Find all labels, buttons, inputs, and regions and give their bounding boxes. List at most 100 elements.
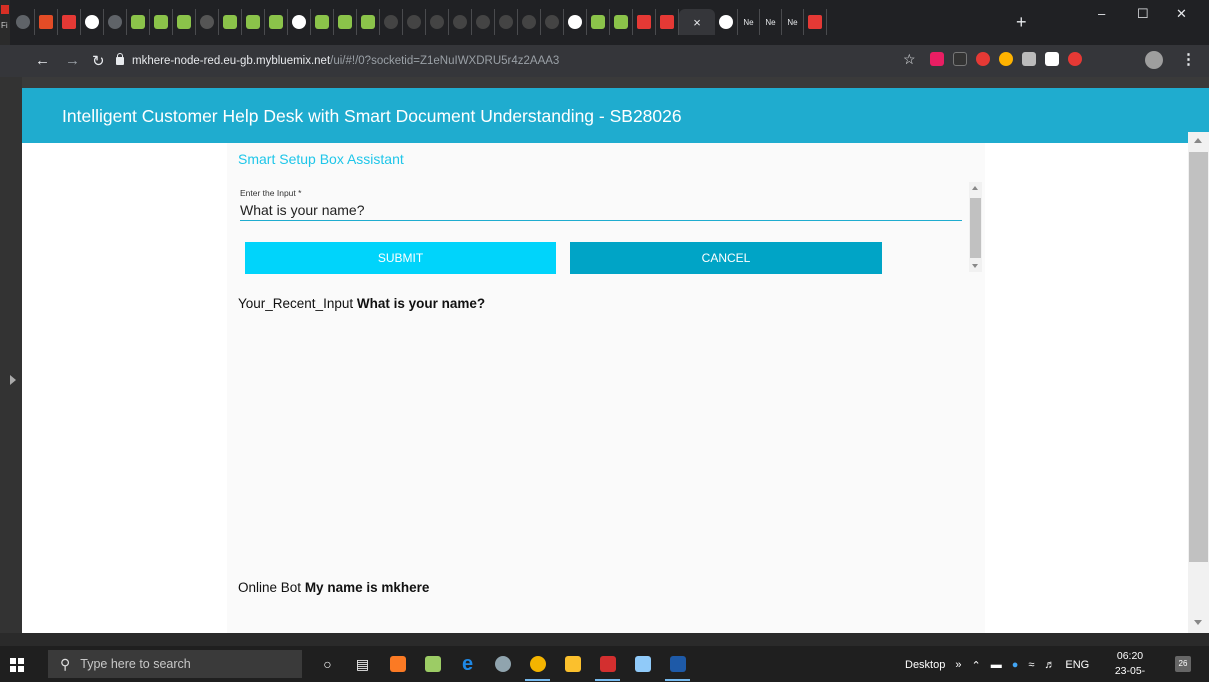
paint-icon[interactable]: [485, 650, 520, 678]
submit-button[interactable]: SUBMIT: [245, 242, 556, 274]
tab[interactable]: [472, 9, 495, 35]
task-view-icon[interactable]: ▤: [345, 650, 380, 678]
tab[interactable]: Ne: [738, 9, 760, 35]
tab[interactable]: [288, 9, 311, 35]
language-indicator[interactable]: ENG: [1065, 659, 1089, 671]
page-scrollbar[interactable]: [1188, 132, 1209, 633]
tab[interactable]: [656, 9, 679, 35]
kebab-menu-icon[interactable]: ⋮: [1181, 50, 1196, 68]
tab[interactable]: [12, 9, 35, 35]
maximize-button[interactable]: ☐: [1137, 6, 1149, 28]
taskbar-search[interactable]: ⚲ Type here to search: [48, 650, 302, 678]
address-bar[interactable]: mkhere-node-red.eu-gb.mybluemix.net/ui/#…: [116, 49, 906, 73]
profile-avatar[interactable]: [1145, 51, 1163, 69]
tab[interactable]: [403, 9, 426, 35]
download-icon[interactable]: [1068, 52, 1082, 66]
extension-icon[interactable]: [1022, 52, 1036, 66]
cancel-button[interactable]: CANCEL: [570, 242, 882, 274]
tab[interactable]: Ne: [760, 9, 782, 35]
tab[interactable]: [150, 9, 173, 35]
scroll-up-icon[interactable]: [972, 186, 978, 190]
input-scrollbar[interactable]: [969, 182, 982, 272]
window-close-button[interactable]: ✕: [1176, 6, 1187, 28]
battery-icon[interactable]: ▬: [991, 659, 1002, 671]
recent-input-value: What is your name?: [356, 296, 486, 311]
tab[interactable]: [311, 9, 334, 35]
gear-icon: [545, 15, 559, 29]
scroll-down-icon[interactable]: [972, 264, 978, 268]
tab[interactable]: [449, 9, 472, 35]
volume-icon[interactable]: ♬: [1044, 659, 1055, 671]
tab[interactable]: [357, 9, 380, 35]
tab[interactable]: [104, 9, 127, 35]
tab[interactable]: [380, 9, 403, 35]
close-icon[interactable]: ×: [693, 15, 701, 30]
bookmark-star-icon[interactable]: ☆: [903, 51, 916, 68]
tab[interactable]: [334, 9, 357, 35]
toolbar-chevron-icon[interactable]: »: [955, 659, 961, 671]
browser-toolbar: ← → ↻ mkhere-node-red.eu-gb.mybluemix.ne…: [0, 45, 1209, 77]
tab[interactable]: [633, 9, 656, 35]
tab[interactable]: [265, 9, 288, 35]
tab[interactable]: [196, 9, 219, 35]
file-explorer-icon[interactable]: [555, 650, 590, 678]
slack-icon: [39, 15, 53, 29]
scroll-thumb[interactable]: [1189, 152, 1208, 562]
extension-icon[interactable]: [976, 52, 990, 66]
tab[interactable]: [58, 9, 81, 35]
tab[interactable]: Ne: [782, 9, 804, 35]
tab[interactable]: [564, 9, 587, 35]
tab[interactable]: [804, 9, 827, 35]
tab[interactable]: [242, 9, 265, 35]
card-title: Smart Setup Box Assistant: [238, 151, 404, 167]
taskbar-previews: [0, 633, 1209, 646]
gear-icon: [499, 15, 513, 29]
reload-icon[interactable]: ↻: [92, 52, 105, 70]
tab[interactable]: [81, 9, 104, 35]
tab[interactable]: [35, 9, 58, 35]
bluetooth-icon[interactable]: ●: [1012, 659, 1019, 671]
qr-code-icon[interactable]: [953, 52, 967, 66]
google-icon: [568, 15, 582, 29]
scroll-up-icon[interactable]: [1194, 138, 1202, 143]
tab[interactable]: [587, 9, 610, 35]
notepad-icon[interactable]: [415, 650, 450, 678]
desktop-toolbar-label[interactable]: Desktop: [905, 659, 945, 671]
cortana-icon[interactable]: ○: [310, 650, 345, 678]
recent-input-label: Your_Recent_Input: [238, 296, 354, 311]
chrome-icon[interactable]: [520, 650, 555, 681]
tab[interactable]: [219, 9, 242, 35]
notification-center-icon[interactable]: 26: [1175, 656, 1191, 672]
new-tab-button[interactable]: +: [1016, 12, 1027, 33]
tab[interactable]: [610, 9, 633, 35]
scroll-thumb[interactable]: [970, 198, 981, 258]
back-icon[interactable]: ←: [35, 52, 50, 69]
tab[interactable]: [715, 9, 738, 35]
forward-icon[interactable]: →: [65, 52, 80, 69]
pdf-icon[interactable]: [1, 5, 9, 14]
tab[interactable]: [173, 9, 196, 35]
wifi-icon[interactable]: ≈: [1028, 659, 1034, 671]
taskbar-clock[interactable]: 06:20 23-05-2020: [1105, 649, 1155, 682]
show-hidden-icons[interactable]: ⌃: [971, 659, 980, 672]
tab[interactable]: [495, 9, 518, 35]
cookie-icon[interactable]: [999, 52, 1013, 66]
tab[interactable]: [518, 9, 541, 35]
extension-icon[interactable]: [1045, 52, 1059, 66]
minimize-button[interactable]: –: [1098, 6, 1105, 28]
scroll-down-icon[interactable]: [1194, 620, 1202, 625]
acrobat-icon[interactable]: [590, 650, 625, 681]
tab[interactable]: [541, 9, 564, 35]
pocket-icon[interactable]: [930, 52, 944, 66]
expand-arrow-icon[interactable]: [10, 375, 16, 385]
question-input[interactable]: [240, 201, 960, 219]
windows-start-icon[interactable]: [10, 658, 24, 672]
xampp-icon[interactable]: [380, 650, 415, 678]
extensions: [930, 52, 1082, 66]
word-icon[interactable]: [660, 650, 695, 681]
tab-active[interactable]: ×: [679, 9, 715, 35]
tab[interactable]: [426, 9, 449, 35]
remote-desktop-icon[interactable]: [625, 650, 660, 678]
edge-icon[interactable]: e: [450, 650, 485, 678]
tab[interactable]: [127, 9, 150, 35]
